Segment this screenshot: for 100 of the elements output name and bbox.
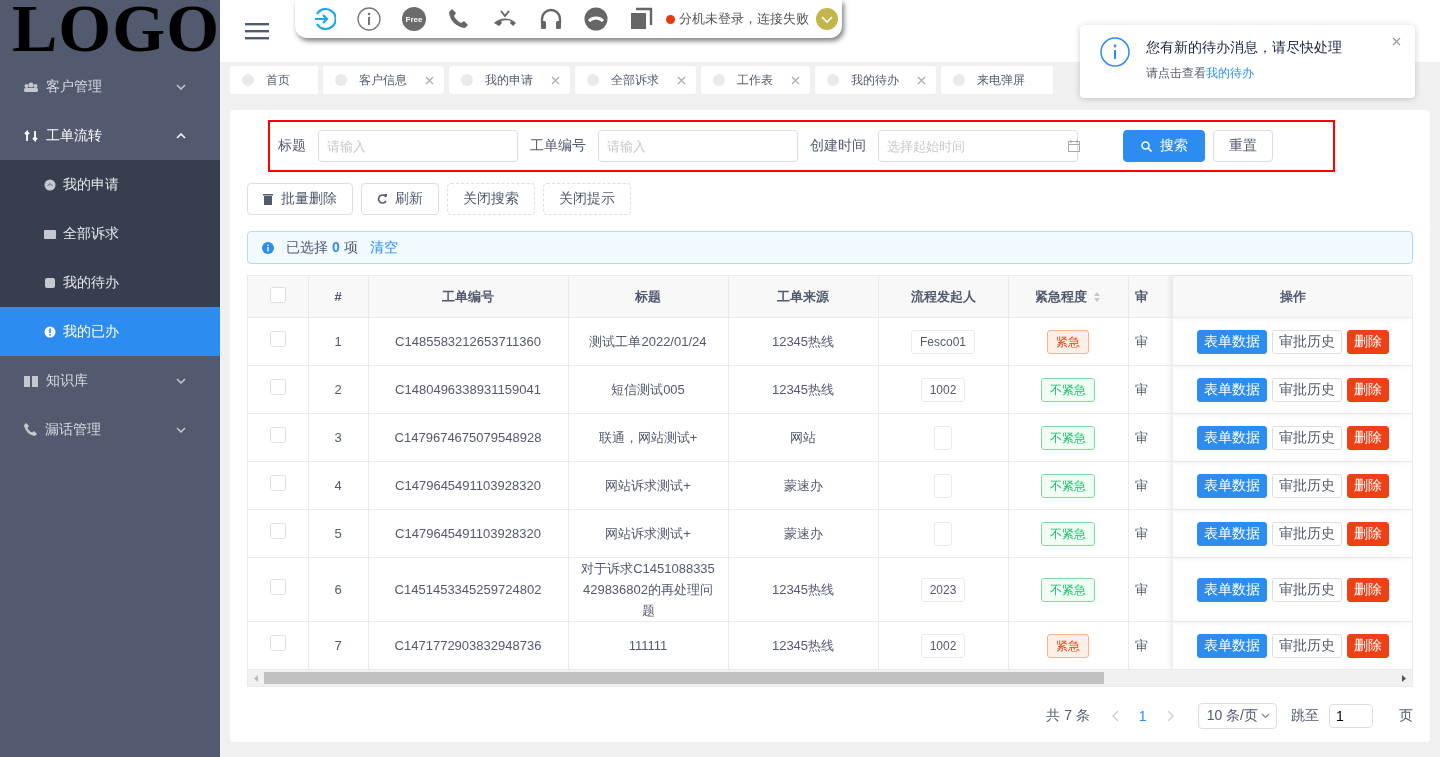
menu-item[interactable]: 工单流转 (0, 111, 220, 160)
arrow-right-icon[interactable] (1402, 674, 1406, 682)
checkbox[interactable] (269, 522, 286, 539)
initiator-tag: Fesco01 (911, 329, 975, 354)
field-label: 工单编号 (530, 137, 586, 155)
close-icon (551, 75, 560, 85)
menu-item[interactable]: 漏话管理 (0, 405, 220, 454)
toolbar-button[interactable]: 关闭搜索 (447, 183, 535, 215)
checkbox[interactable] (269, 330, 286, 347)
table-cell: 12345热线 (728, 365, 878, 414)
delete-button[interactable]: 删除 (1346, 377, 1389, 402)
field-label: 标题 (278, 137, 306, 155)
table-cell: 测试工单2022/01/24 (568, 317, 728, 366)
headset-icon[interactable] (539, 7, 563, 31)
checkbox[interactable] (269, 378, 286, 395)
history-button[interactable]: 审批历史 (1271, 473, 1342, 498)
toolbar-button[interactable]: 关闭提示 (543, 183, 631, 215)
info-icon (262, 241, 274, 254)
chevron-up-icon (176, 132, 186, 139)
alert-circle-icon (44, 325, 56, 338)
table-cell: C1479645491103928320 (368, 461, 568, 510)
page-label: 页 (1399, 707, 1413, 725)
trash-icon (263, 193, 273, 205)
tab[interactable]: 我的申请 (449, 66, 570, 94)
field-label: 创建时间 (810, 137, 866, 155)
page-size-select[interactable]: 10 条/页 (1197, 703, 1277, 729)
history-button[interactable]: 审批历史 (1271, 425, 1342, 450)
column-header: 紧急程度 (1035, 288, 1087, 304)
login-icon[interactable] (312, 7, 336, 31)
submenu-item[interactable]: 我的待办 (0, 258, 220, 307)
urgency-tag: 不紧急 (1041, 521, 1095, 546)
table-cell: 2 (308, 365, 368, 414)
scrollbar-thumb[interactable] (264, 672, 1104, 684)
end-call-icon[interactable] (584, 7, 608, 31)
copy-icon[interactable] (629, 7, 653, 31)
delete-button[interactable]: 删除 (1346, 473, 1389, 498)
tab[interactable]: 首页 (230, 66, 318, 94)
total-count: 共 7 条 (1046, 707, 1090, 725)
tab[interactable]: 工作表 (701, 66, 810, 94)
close-icon[interactable] (1392, 37, 1401, 46)
chevron-right-icon[interactable] (1166, 710, 1174, 722)
table-cell: 5 (308, 509, 368, 558)
reset-button[interactable]: 重置 (1213, 130, 1273, 162)
table-cell: 审 (1128, 557, 1173, 622)
swap-icon (24, 128, 38, 143)
search-icon (1140, 140, 1152, 152)
menu-item[interactable]: 客户管理 (0, 62, 220, 111)
submenu-item[interactable]: 我的申请 (0, 160, 220, 209)
checkbox[interactable] (269, 578, 286, 595)
sort-icon[interactable] (1093, 291, 1101, 304)
arrow-left-icon[interactable] (254, 674, 258, 682)
initiator-tag: 2023 (920, 577, 966, 602)
toolbar-button[interactable]: 批量删除 (247, 183, 353, 215)
todo-link[interactable]: 我的待办 (1206, 66, 1254, 80)
table-cell: 蒙速办 (728, 509, 878, 558)
close-icon (917, 75, 926, 85)
history-button[interactable]: 审批历史 (1271, 377, 1342, 402)
info-icon[interactable] (357, 7, 381, 31)
urgency-tag: 紧急 (1047, 633, 1089, 658)
toolbar-button[interactable]: 刷新 (361, 183, 439, 215)
selection-count: 已选择 0 项 (286, 238, 358, 257)
history-button[interactable]: 审批历史 (1271, 521, 1342, 546)
table-cell: 对于诉求C1451088335429836802的再处理问题 (568, 557, 728, 622)
table-cell: 1 (308, 317, 368, 366)
connection-status: 分机未登录，连接失败 (679, 10, 809, 28)
column-header: 审 (1134, 288, 1148, 304)
page-input[interactable]: 1 (1329, 704, 1373, 728)
checkbox[interactable] (269, 287, 286, 303)
table-cell: 联通，网站测试+ (568, 413, 728, 462)
delete-button[interactable]: 删除 (1346, 633, 1389, 658)
folder-icon (44, 227, 56, 240)
column-header: 工单编号 (442, 288, 494, 304)
chevron-down-icon[interactable] (816, 8, 838, 30)
tab[interactable]: 来电弹屏 (941, 66, 1053, 94)
tab[interactable]: 客户信息 (323, 66, 444, 94)
tab[interactable]: 我的待办 (815, 66, 936, 94)
free-badge[interactable]: Free (402, 7, 426, 31)
menu-icon[interactable] (245, 22, 269, 40)
horizontal-scrollbar[interactable] (248, 670, 1412, 686)
history-button[interactable]: 审批历史 (1271, 577, 1342, 602)
urgency-tag: 不紧急 (1041, 377, 1095, 402)
table-cell: 网站 (728, 413, 878, 462)
checkbox[interactable] (269, 634, 286, 651)
history-button[interactable]: 审批历史 (1271, 329, 1342, 354)
delete-button[interactable]: 删除 (1346, 577, 1389, 602)
notification-text: 请点击查看 (1146, 66, 1206, 80)
chevron-down-icon (176, 377, 186, 384)
history-button[interactable]: 审批历史 (1271, 633, 1342, 658)
checkbox[interactable] (269, 426, 286, 443)
delete-button[interactable]: 删除 (1346, 329, 1389, 354)
checkbox[interactable] (269, 474, 286, 491)
chevron-left-icon[interactable] (1111, 710, 1119, 722)
submenu-item[interactable]: 全部诉求 (0, 209, 220, 258)
phone-icon[interactable] (447, 7, 471, 31)
chevron-down-icon (176, 83, 186, 90)
menu-item[interactable]: 知识库 (0, 356, 220, 405)
delete-button[interactable]: 删除 (1346, 521, 1389, 546)
delete-button[interactable]: 删除 (1346, 425, 1389, 450)
tab[interactable]: 全部诉求 (575, 66, 696, 94)
calendar-icon (1068, 140, 1080, 152)
